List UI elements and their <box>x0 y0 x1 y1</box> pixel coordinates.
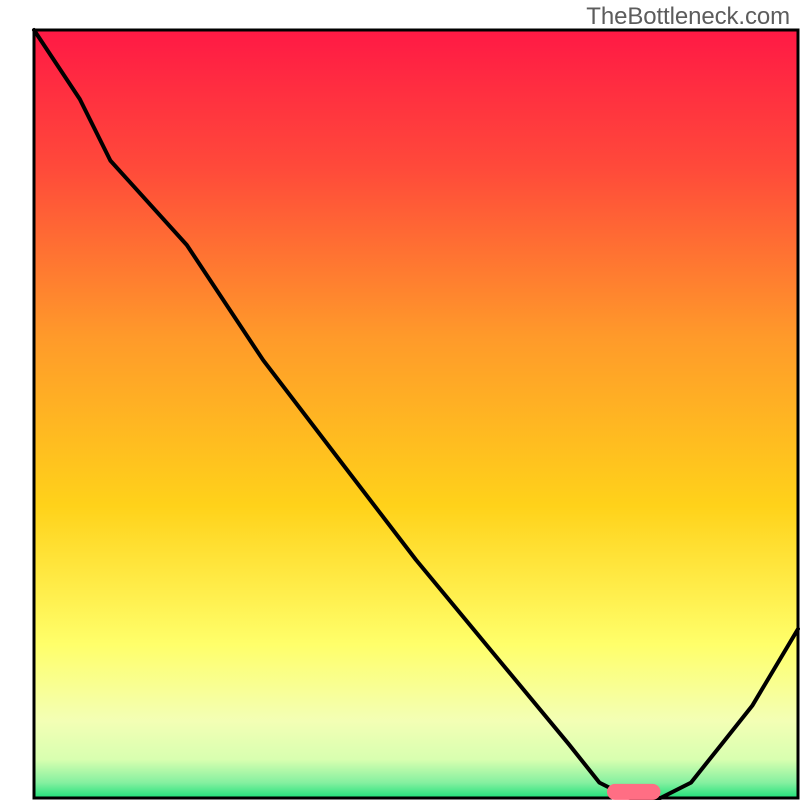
optimal-marker <box>607 784 661 800</box>
bottleneck-plot <box>0 0 800 800</box>
gradient-background <box>34 30 798 798</box>
chart-canvas: TheBottleneck.com <box>0 0 800 800</box>
